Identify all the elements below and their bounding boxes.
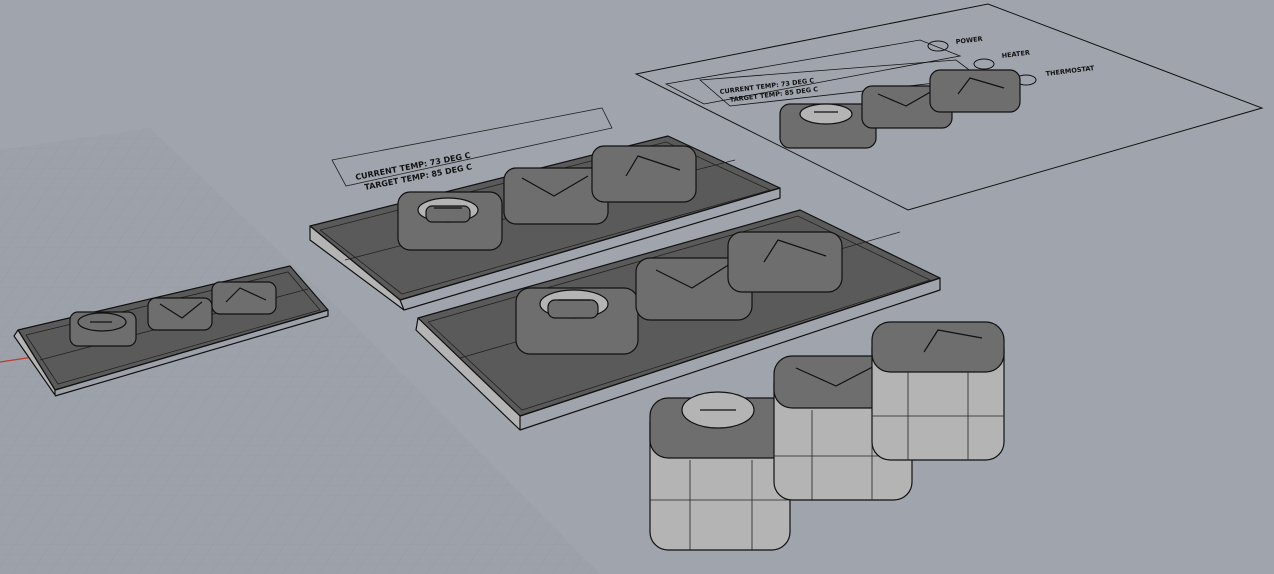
small-up-button[interactable] xyxy=(211,281,277,315)
viewport-canvas[interactable]: CURRENT TEMP: 73 DEG C TARGET TEMP: 85 D… xyxy=(0,0,1274,574)
sheet-up-button[interactable] xyxy=(929,69,1021,113)
rhino-perspective-viewport[interactable]: CURRENT TEMP: 73 DEG C TARGET TEMP: 85 D… xyxy=(0,0,1274,574)
lower-up-button[interactable] xyxy=(727,231,843,293)
power-button-cap[interactable] xyxy=(649,391,791,551)
led-heater-label: HEATER xyxy=(1001,49,1030,60)
small-power-button[interactable] xyxy=(69,311,137,347)
led-power xyxy=(927,40,949,52)
upper-up-button[interactable] xyxy=(591,145,697,203)
small-down-button[interactable] xyxy=(147,297,213,331)
led-power-label: POWER xyxy=(955,35,983,46)
up-button-cap[interactable] xyxy=(871,321,1005,461)
led-heater xyxy=(973,58,995,70)
led-thermostat-label: THERMOSTAT xyxy=(1045,64,1095,78)
upper-power-button[interactable] xyxy=(397,191,503,251)
lower-power-button[interactable] xyxy=(515,287,639,355)
